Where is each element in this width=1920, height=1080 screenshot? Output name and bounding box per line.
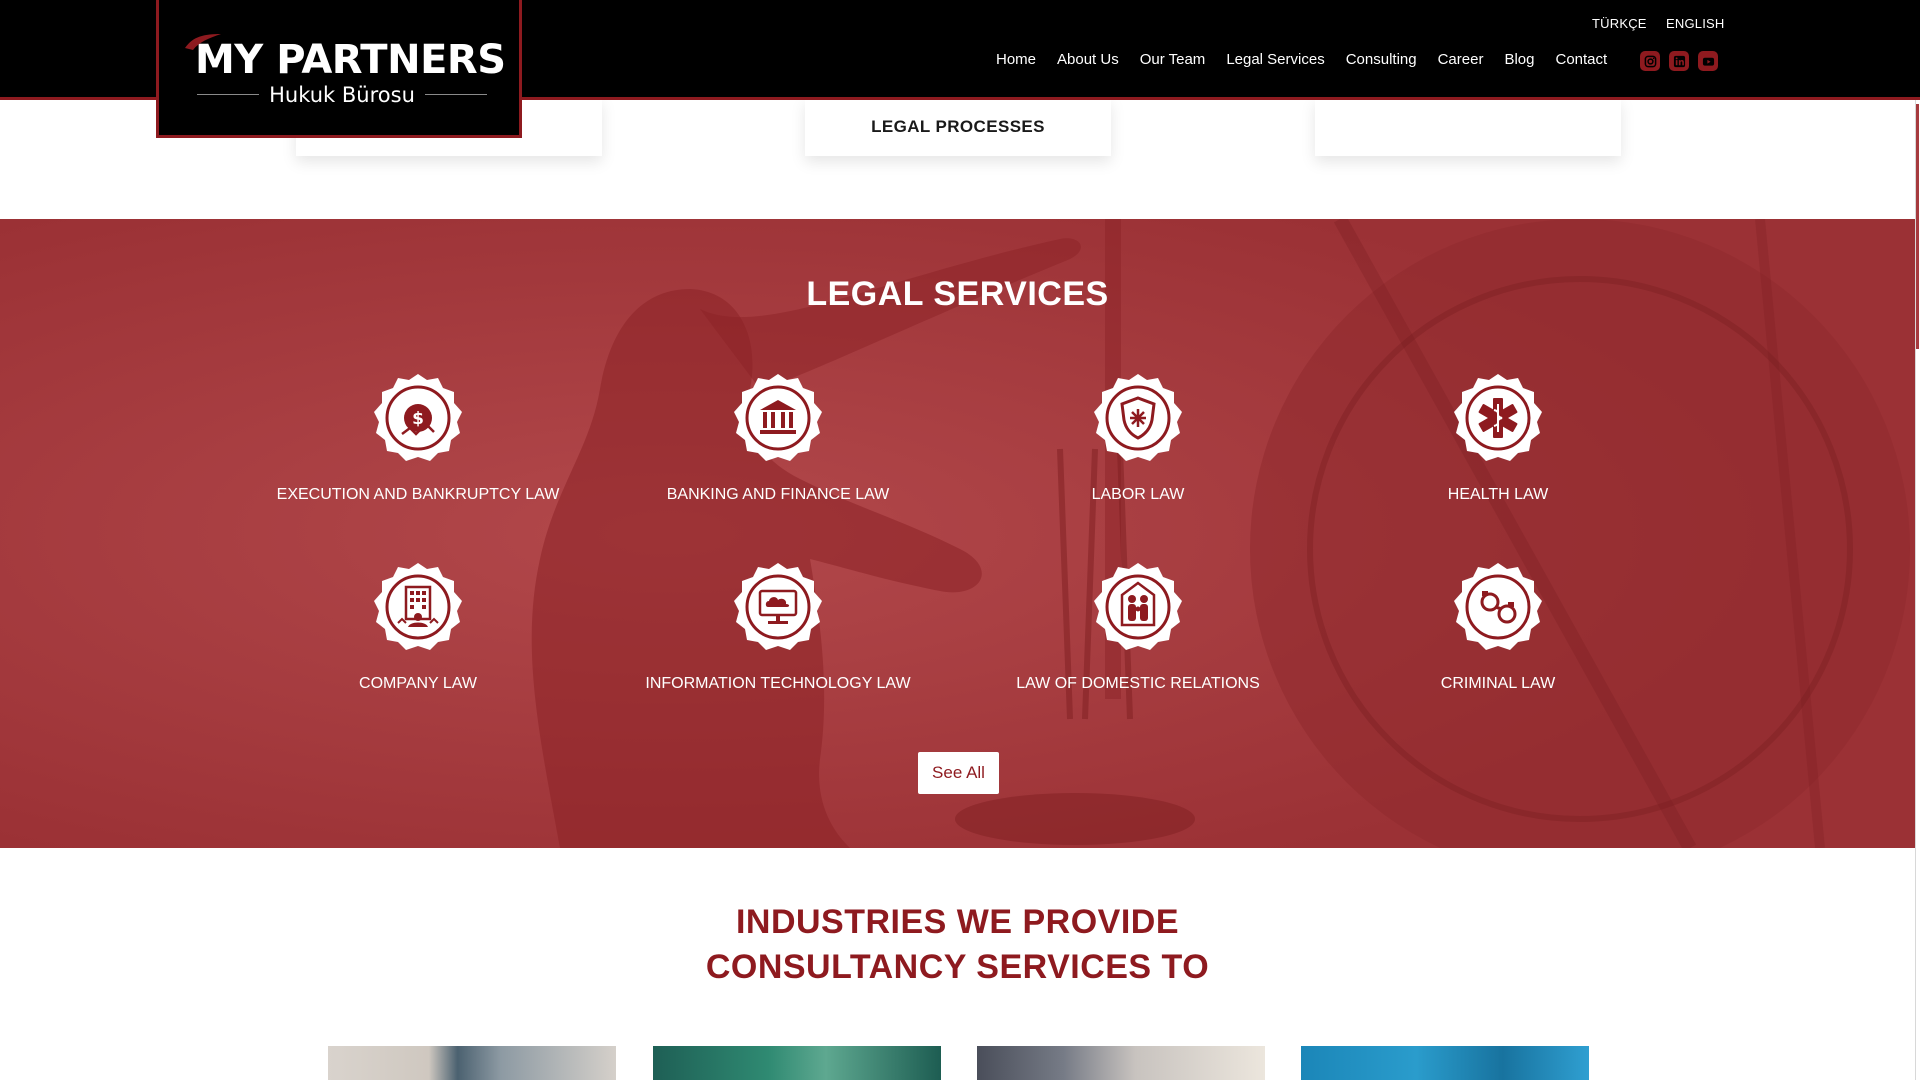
service-health[interactable]: HEALTH LAW <box>1338 372 1658 504</box>
nav-about-us[interactable]: About Us <box>1057 51 1119 68</box>
process-card-3[interactable] <box>1315 98 1621 156</box>
lang-english[interactable]: ENGLISH <box>1666 16 1724 31</box>
service-criminal[interactable]: CRIMINAL LAW <box>1338 561 1658 693</box>
service-domestic-relations[interactable]: LAW OF DOMESTIC RELATIONS <box>978 561 1298 693</box>
brand-subtitle: Hukuk Bürosu <box>269 83 415 107</box>
service-label: LABOR LAW <box>1091 486 1185 503</box>
service-company[interactable]: COMPANY LAW <box>258 561 578 693</box>
industry-image-4[interactable] <box>1301 1046 1589 1080</box>
see-all-button[interactable]: See All <box>918 752 999 794</box>
nav-legal-services[interactable]: Legal Services <box>1226 51 1324 68</box>
service-information-technology[interactable]: INFORMATION TECHNOLOGY LAW <box>618 561 938 693</box>
industries-title-line-1: INDUSTRIES WE PROVIDE <box>735 903 1180 941</box>
service-label: COMPANY LAW <box>359 675 477 692</box>
logo-divider-right <box>425 94 487 95</box>
service-label: BANKING AND FINANCE LAW <box>666 486 890 503</box>
service-execution-bankruptcy[interactable]: $ EXECUTION AND BANKRUPTCY LAW <box>258 372 578 504</box>
cloud-computer-icon <box>732 561 824 653</box>
industry-image-1[interactable] <box>328 1046 616 1080</box>
logo-swoosh-icon <box>185 34 221 50</box>
social-links <box>1640 51 1718 71</box>
industries-title-line-2: CONSULTANCY SERVICES TO <box>705 948 1210 986</box>
handcuffs-icon <box>1452 561 1544 653</box>
service-label: CRIMINAL LAW <box>1440 675 1556 692</box>
service-label: EXECUTION AND BANKRUPTCY LAW <box>276 486 560 503</box>
brand-name: MY PARTNERS <box>195 37 506 83</box>
process-card-label: LEGAL PROCESSES <box>871 117 1045 136</box>
nav-home[interactable]: Home <box>996 51 1036 68</box>
nav-blog[interactable]: Blog <box>1504 51 1534 68</box>
linkedin-icon[interactable] <box>1669 51 1689 71</box>
service-label: LAW OF DOMESTIC RELATIONS <box>1016 675 1260 692</box>
nav-consulting[interactable]: Consulting <box>1346 51 1417 68</box>
bank-icon <box>732 372 824 464</box>
nav-contact[interactable]: Contact <box>1555 51 1607 68</box>
industry-image-3[interactable] <box>977 1046 1265 1080</box>
industries-title: INDUSTRIES WE PROVIDE CONSULTANCY SERVIC… <box>0 900 1915 990</box>
nav-our-team[interactable]: Our Team <box>1140 51 1206 68</box>
service-label: INFORMATION TECHNOLOGY LAW <box>645 675 911 692</box>
service-labor[interactable]: LABOR LAW <box>978 372 1298 504</box>
instagram-icon[interactable] <box>1640 51 1660 71</box>
industry-image-2[interactable] <box>653 1046 941 1080</box>
service-banking-finance[interactable]: BANKING AND FINANCE LAW <box>618 372 938 504</box>
shield-icon <box>1092 372 1184 464</box>
process-card-2[interactable]: LEGAL PROCESSES <box>805 98 1111 156</box>
legal-services-title: LEGAL SERVICES <box>806 275 1109 313</box>
medical-icon <box>1452 372 1544 464</box>
nav-career[interactable]: Career <box>1438 51 1484 68</box>
youtube-icon[interactable] <box>1698 51 1718 71</box>
family-icon <box>1092 561 1184 653</box>
dollar-icon: $ <box>372 372 464 464</box>
brand-subtitle-wrap: Hukuk Bürosu <box>197 82 487 108</box>
page: TÜRKÇE ENGLISH Home About Us Our Team Le… <box>0 0 1920 1080</box>
scrollbar-thumb[interactable] <box>1916 104 1919 349</box>
building-icon <box>372 561 464 653</box>
logo[interactable]: MY PARTNERS Hukuk Bürosu <box>156 0 522 138</box>
svg-text:$: $ <box>412 409 424 429</box>
service-label: HEALTH LAW <box>1447 486 1549 503</box>
lang-turkish[interactable]: TÜRKÇE <box>1592 16 1647 31</box>
legal-services-section: LEGAL SERVICES $ EXECUTION AND BANKRUPTC… <box>0 219 1915 848</box>
main-nav: Home About Us Our Team Legal Services Co… <box>996 51 1607 68</box>
